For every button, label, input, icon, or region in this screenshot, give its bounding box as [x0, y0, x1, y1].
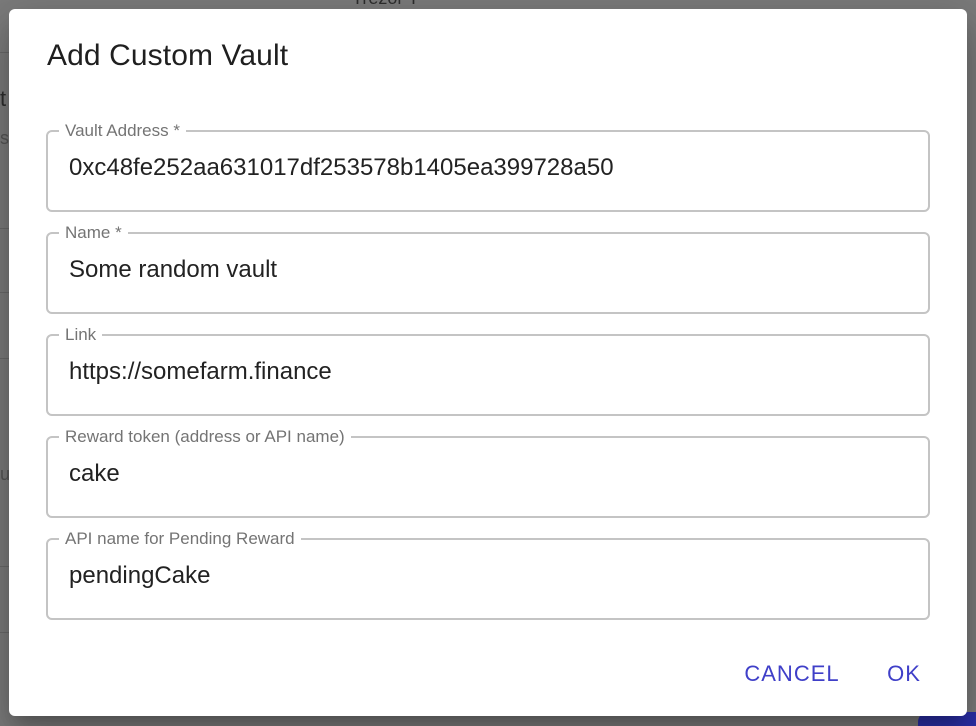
cancel-button[interactable]: CANCEL — [737, 649, 847, 699]
background-text-top: Trezor T — [352, 0, 419, 9]
ok-button[interactable]: OK — [876, 649, 932, 699]
vault-address-field[interactable]: Vault Address * 0xc48fe252aa631017df2535… — [46, 121, 930, 212]
vault-address-input[interactable]: 0xc48fe252aa631017df253578b1405ea399728a… — [69, 154, 614, 182]
link-input[interactable]: https://somefarm.finance — [69, 358, 332, 386]
reward-token-outline: Reward token (address or API name) — [46, 427, 930, 518]
vault-address-label: Vault Address * — [65, 121, 180, 140]
pending-reward-api-field[interactable]: API name for Pending Reward pendingCake — [46, 529, 930, 620]
reward-token-input[interactable]: cake — [69, 460, 120, 488]
name-field[interactable]: Name * Some random vault — [46, 223, 930, 314]
background-text-s: s — [0, 128, 9, 148]
link-label: Link — [65, 325, 97, 344]
reward-token-field[interactable]: Reward token (address or API name) cake — [46, 427, 930, 518]
background-text-t: t — [0, 86, 7, 111]
add-custom-vault-dialog: Add Custom Vault Vault Address * 0xc48fe… — [9, 9, 967, 716]
pending-reward-api-input[interactable]: pendingCake — [69, 562, 210, 590]
name-input[interactable]: Some random vault — [69, 256, 277, 284]
name-label: Name * — [65, 223, 122, 242]
dialog-title: Add Custom Vault — [47, 39, 289, 72]
reward-token-label: Reward token (address or API name) — [65, 427, 345, 446]
link-field[interactable]: Link https://somefarm.finance — [46, 325, 930, 416]
pending-reward-api-label: API name for Pending Reward — [65, 529, 295, 548]
dialog-actions: CANCEL OK — [9, 649, 967, 699]
